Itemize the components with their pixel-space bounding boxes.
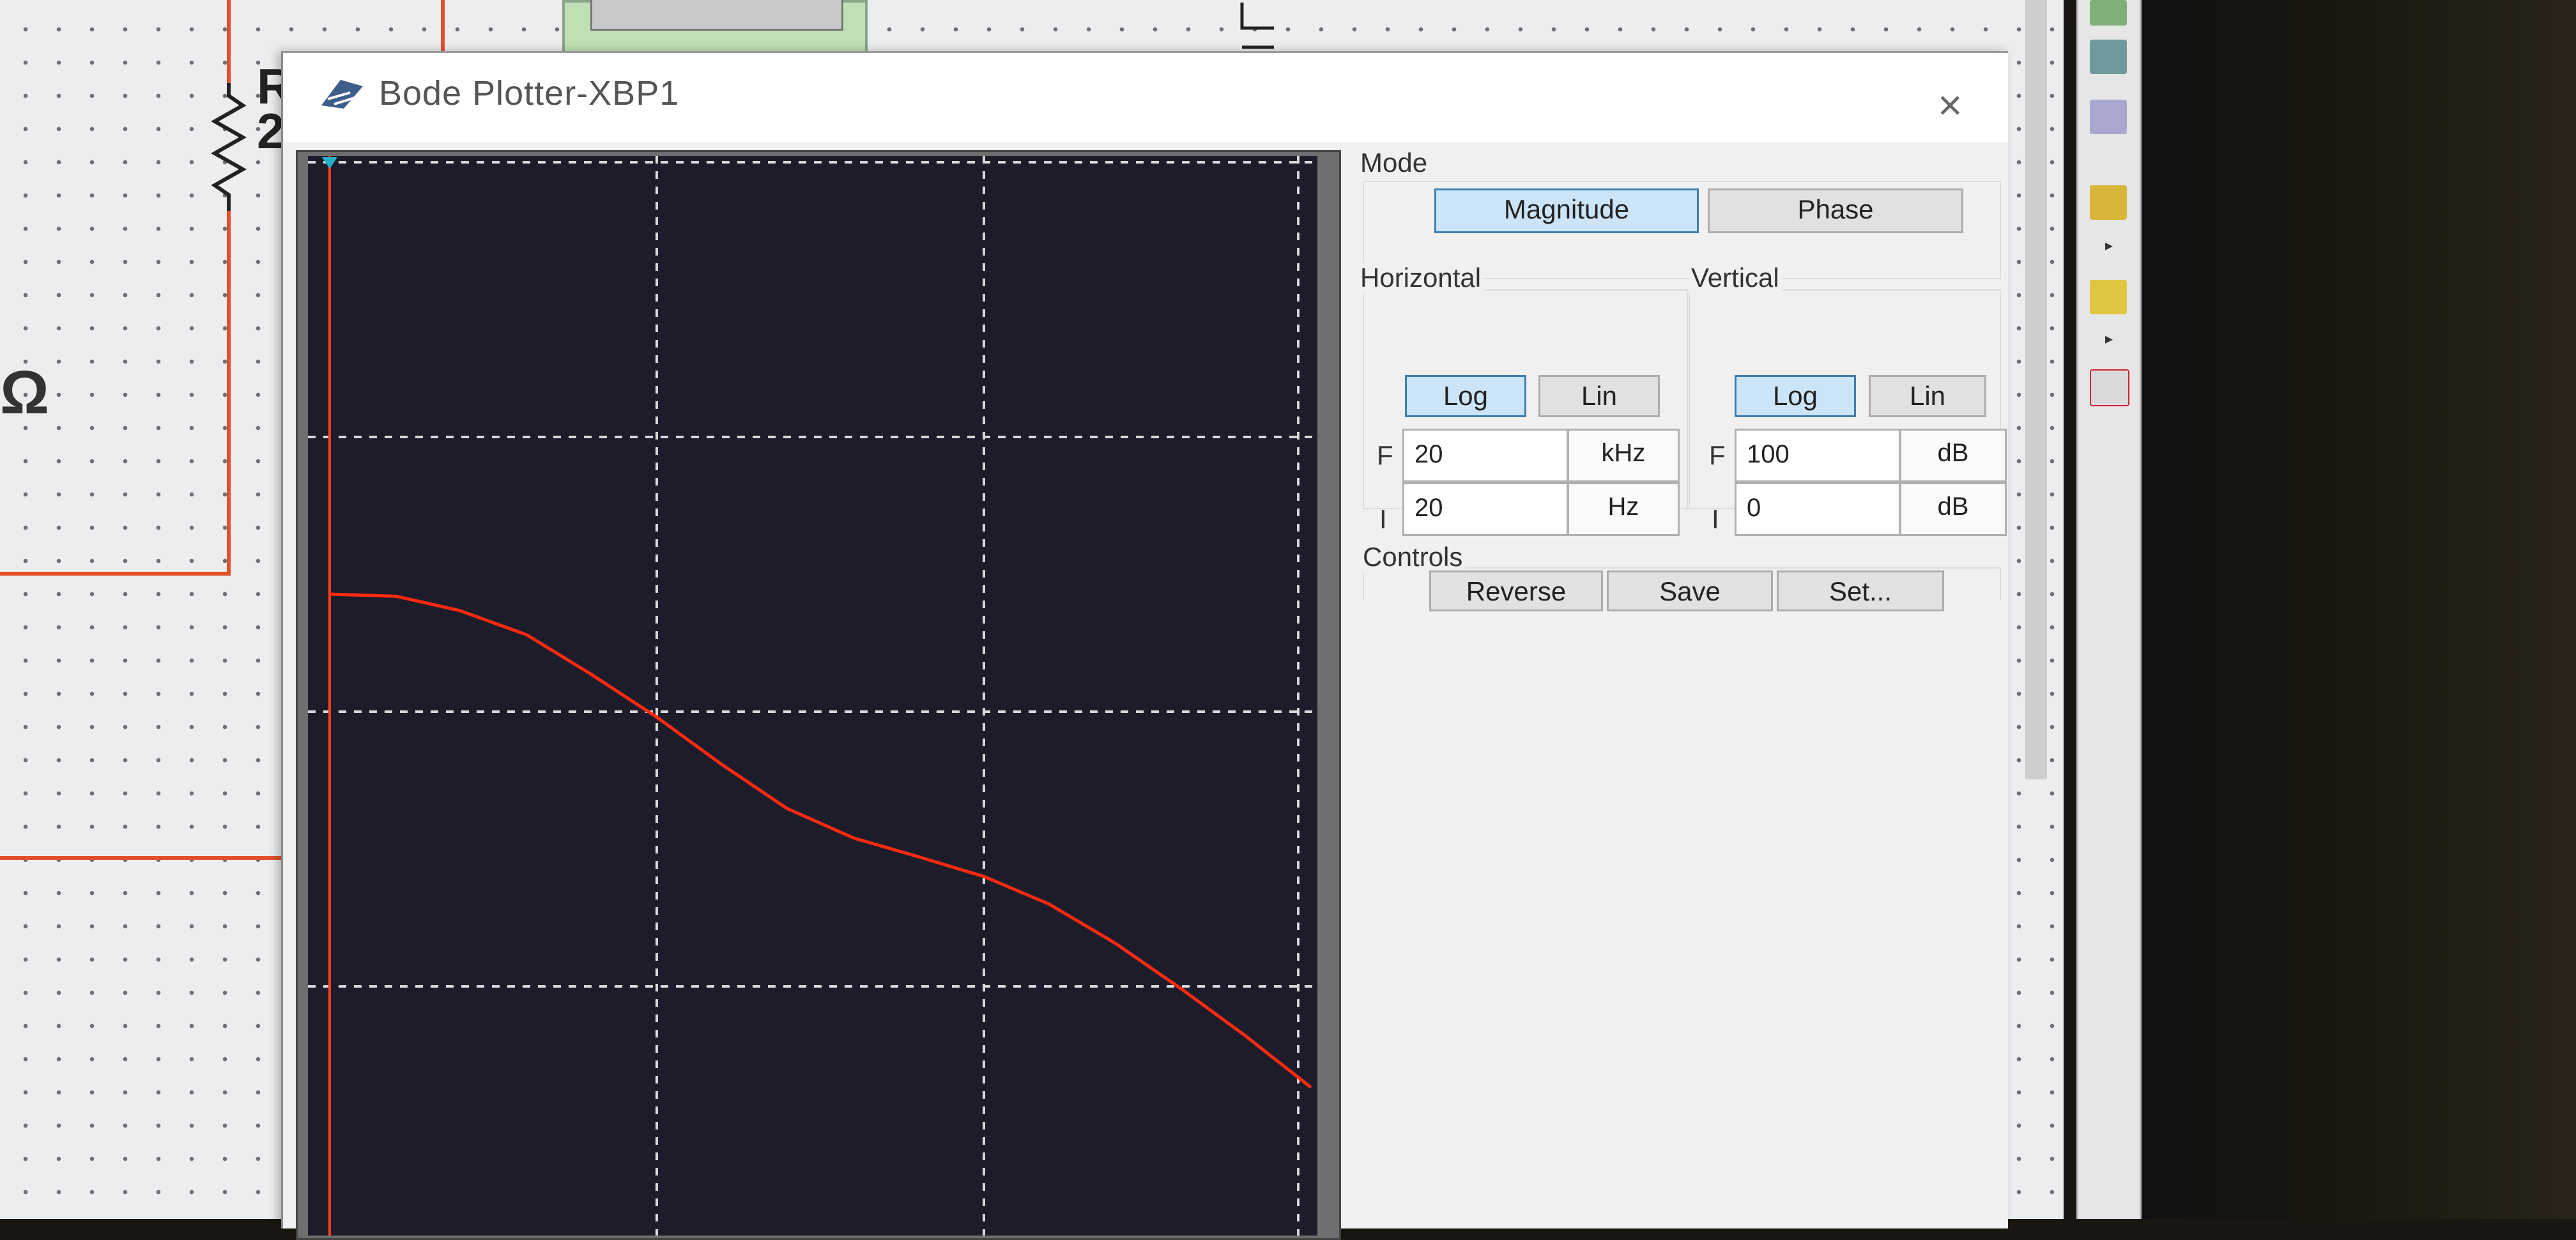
title-bar[interactable]: Bode Plotter-XBP1 × bbox=[283, 53, 2008, 142]
vertical-final-input[interactable]: 100 bbox=[1735, 429, 1901, 482]
plot-background bbox=[308, 156, 1317, 1236]
vertical-final-unit[interactable]: dB bbox=[1899, 429, 2007, 482]
wire-segment bbox=[0, 572, 231, 576]
control-panel: Mode Magnitude Phase Horizontal Log Lin … bbox=[1344, 148, 2007, 611]
oscilloscope-icon[interactable] bbox=[2090, 0, 2127, 26]
bode-plotter-window: Bode Plotter-XBP1 × Mode Magnitude Phase… bbox=[281, 51, 2008, 1240]
instrument-toolbar: ▸ ▸ bbox=[2076, 0, 2142, 1219]
voltage-probe-icon[interactable] bbox=[2090, 185, 2127, 220]
window-title: Bode Plotter-XBP1 bbox=[379, 74, 680, 112]
vertical-log-button[interactable]: Log bbox=[1735, 375, 1856, 417]
reverse-button[interactable]: Reverse bbox=[1429, 570, 1603, 611]
current-probe-icon[interactable] bbox=[2090, 369, 2129, 406]
resistor-symbol[interactable] bbox=[211, 83, 249, 211]
workspace-scrollbar[interactable] bbox=[2025, 0, 2047, 779]
vertical-lin-button[interactable]: Lin bbox=[1869, 375, 1986, 417]
horizontal-label: Horizontal bbox=[1358, 263, 1484, 293]
wire-segment bbox=[0, 856, 294, 860]
set-button[interactable]: Set... bbox=[1777, 570, 1944, 611]
plot-display[interactable] bbox=[296, 150, 1341, 1240]
vertical-initial-label: I bbox=[1712, 504, 1719, 534]
save-button[interactable]: Save bbox=[1607, 570, 1773, 611]
labview-instrument-icon[interactable] bbox=[2090, 280, 2127, 314]
bode-plot[interactable] bbox=[308, 156, 1317, 1236]
wire-segment bbox=[441, 0, 445, 57]
word-generator-icon[interactable] bbox=[2090, 40, 2127, 74]
horizontal-final-unit[interactable]: kHz bbox=[1567, 429, 1680, 482]
horizontal-initial-label: I bbox=[1379, 504, 1387, 534]
monitor-bezel bbox=[2142, 0, 2576, 1219]
logic-analyzer-icon[interactable] bbox=[2090, 100, 2127, 134]
horizontal-log-button[interactable]: Log bbox=[1405, 375, 1526, 417]
phase-button[interactable]: Phase bbox=[1708, 188, 1963, 233]
vertical-final-label: F bbox=[1709, 440, 1726, 470]
controls-label: Controls bbox=[1360, 542, 1466, 572]
ohm-symbol: Ω bbox=[0, 358, 49, 427]
expand-arrow-icon[interactable]: ▸ bbox=[2105, 330, 2113, 348]
expand-arrow-icon[interactable]: ▸ bbox=[2105, 236, 2113, 255]
close-icon[interactable]: × bbox=[1938, 84, 1963, 126]
horizontal-lin-button[interactable]: Lin bbox=[1538, 375, 1660, 417]
vertical-initial-unit[interactable]: dB bbox=[1899, 482, 2007, 536]
vertical-label: Vertical bbox=[1689, 263, 1782, 293]
wire-segment bbox=[227, 0, 231, 89]
horizontal-final-label: F bbox=[1377, 440, 1393, 470]
horizontal-final-input[interactable]: 20 bbox=[1402, 429, 1568, 482]
component-body bbox=[590, 0, 843, 31]
wire-segment bbox=[227, 204, 231, 575]
mode-label: Mode bbox=[1358, 148, 1430, 178]
horizontal-initial-unit[interactable]: Hz bbox=[1567, 482, 1680, 536]
vertical-initial-input[interactable]: 0 bbox=[1735, 482, 1901, 536]
horizontal-initial-input[interactable]: 20 bbox=[1402, 482, 1568, 536]
magnitude-button[interactable]: Magnitude bbox=[1434, 188, 1699, 233]
bode-plotter-icon bbox=[321, 80, 363, 109]
